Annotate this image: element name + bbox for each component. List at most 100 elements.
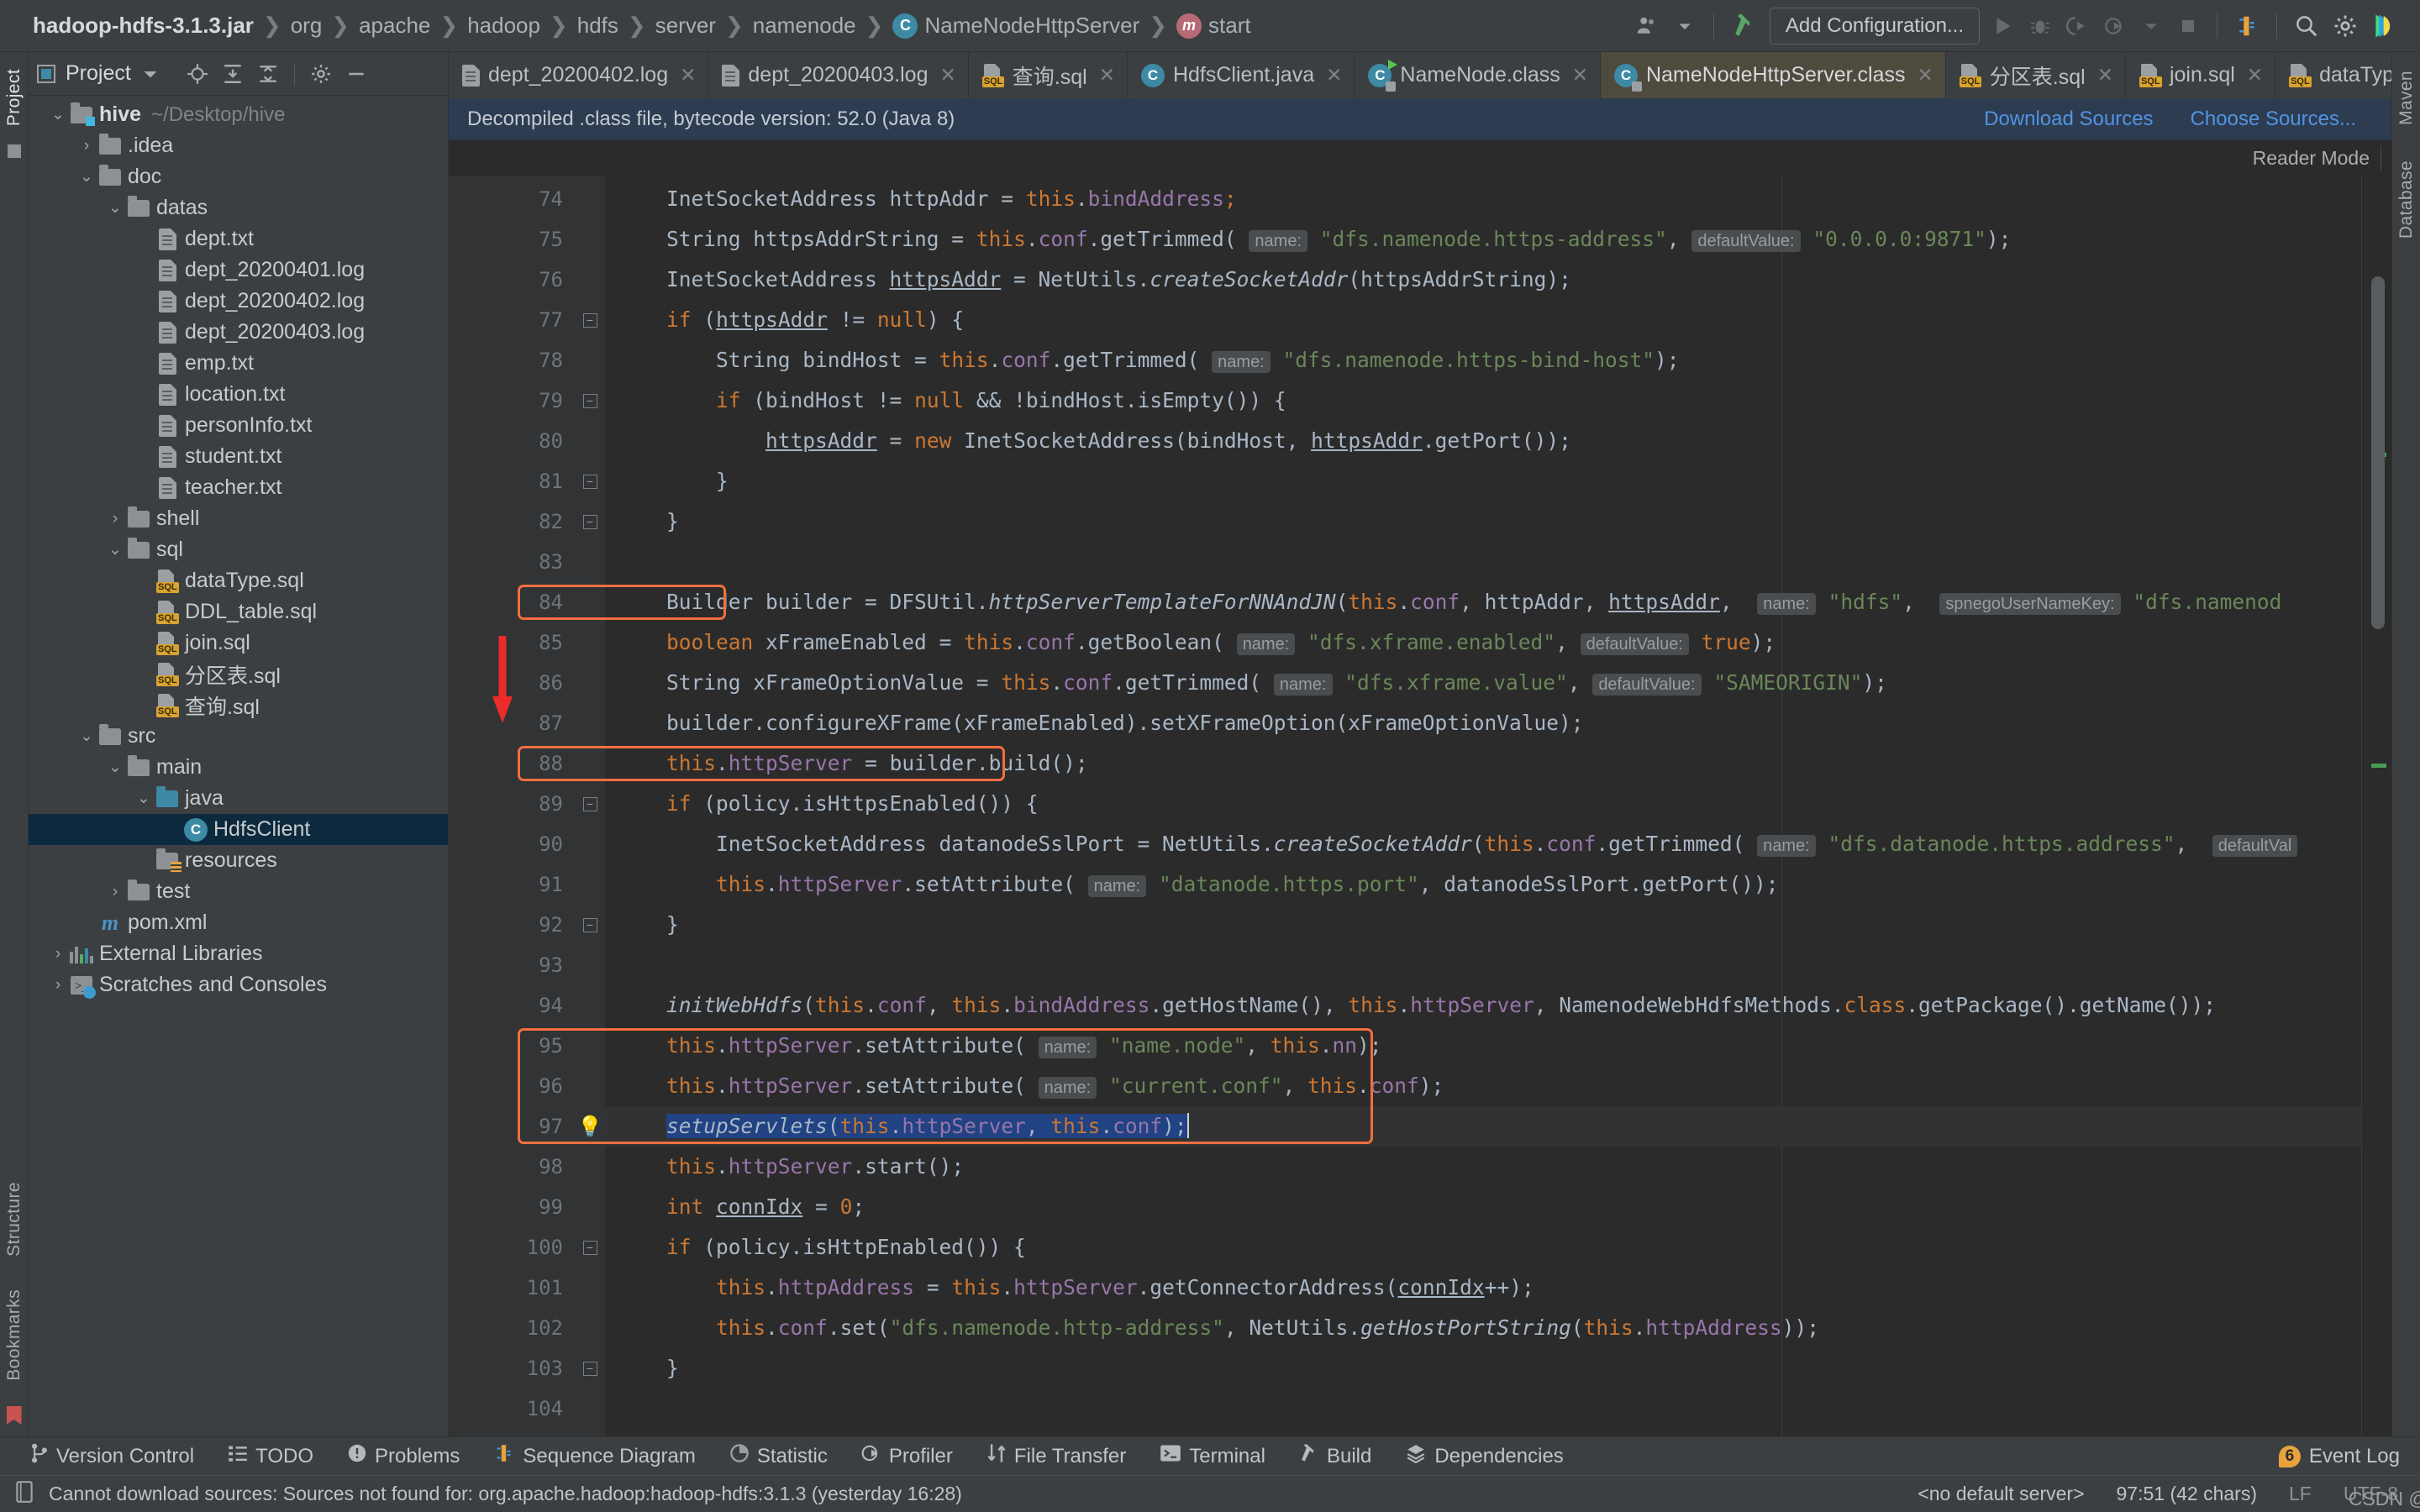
tree-node-resources[interactable]: resources [29,845,448,876]
status-message-area[interactable]: Cannot download sources: Sources not fou… [13,1480,962,1509]
breadcrumb-item-hadoop[interactable]: hadoop [460,13,548,39]
tool-window-button-file-transfer[interactable]: File Transfer [970,1442,1143,1470]
close-icon[interactable]: ✕ [1096,64,1115,87]
tree-node--idea[interactable]: › .idea [29,130,448,161]
code-line-76[interactable]: InetSocketAddress httpsAddr = NetUtils.c… [605,260,2361,300]
tree-node-student-txt[interactable]: student.txt [29,441,448,472]
tree-node-hive[interactable]: ⌄ hive ~/Desktop/hive [29,99,448,130]
editor-scrollbar-thumb[interactable] [2371,276,2385,629]
code-line-102[interactable]: this.conf.set("dfs.namenode.http-address… [605,1308,2361,1348]
breadcrumb-item-apache[interactable]: apache [351,13,438,39]
code-line-94[interactable]: initWebHdfs(this.conf, this.bindAddress.… [605,985,2361,1026]
fold-marker[interactable]: − [575,300,605,340]
user-avatar-icon[interactable] [1628,8,1666,45]
editor-tab-namenodehttpserver-class[interactable]: C NameNodeHttpServer.class ✕ [1601,52,1946,98]
tool-window-button-statistic[interactable]: Statistic [713,1443,844,1469]
chevron-down-icon[interactable] [1666,8,1703,45]
editor-tab-bar[interactable]: dept_20200402.log ✕ dept_20200403.log ✕ SQL 查… [449,52,2391,98]
chevron-right-icon[interactable]: › [47,976,69,995]
code-line-104[interactable] [605,1389,2361,1429]
tree-node-emp-txt[interactable]: emp.txt [29,348,448,379]
fold-marker[interactable]: − [575,461,605,501]
project-tree[interactable]: ⌄ hive ~/Desktop/hive › .idea ⌄ doc ⌄ datas dept.… [29,96,448,1436]
tree-node-dept-20200402-log[interactable]: dept_20200402.log [29,286,448,317]
run-icon[interactable] [1985,8,2022,45]
code-line-101[interactable]: this.httpAddress = this.httpServer.getCo… [605,1268,2361,1308]
tool-window-button-dependencies[interactable]: Dependencies [1388,1443,1580,1469]
breadcrumb-item-server[interactable]: server [648,13,723,39]
close-icon[interactable]: ✕ [676,64,696,87]
chevron-right-icon[interactable]: › [76,137,97,155]
code-line-81[interactable]: } [605,461,2361,501]
editor-tab-dept-20200402-log[interactable]: dept_20200402.log ✕ [449,52,709,98]
close-icon[interactable]: ✕ [1323,64,1342,87]
reader-mode-label[interactable]: Reader Mode [2253,147,2391,170]
code-line-88[interactable]: this.httpServer = builder.build(); [605,743,2361,784]
tree-node-dept-20200403-log[interactable]: dept_20200403.log [29,317,448,348]
stop-icon[interactable] [2170,8,2207,45]
tree-node-src[interactable]: ⌄ src [29,721,448,752]
tree-node-java[interactable]: ⌄ java [29,783,448,814]
chevron-down-icon[interactable]: ⌄ [76,727,97,746]
close-icon[interactable]: ✕ [1914,64,1933,87]
code-editor[interactable]: 74 75 76 77 78 79 80 81 82 83 84 85 86 87 88 89 90 91 92 93… [449,176,2391,1436]
sequence-diagram-icon[interactable] [2228,8,2266,45]
chevron-right-icon[interactable]: › [104,510,126,528]
build-hammer-icon[interactable] [1724,8,1765,45]
tree-node-ddl-table-sql[interactable]: SQL DDL_table.sql [29,596,448,627]
code-line-80[interactable]: httpsAddr = new InetSocketAddress(bindHo… [605,421,2361,461]
choose-sources-link[interactable]: Choose Sources... [2191,108,2356,131]
code-line-77[interactable]: if (httpsAddr != null) { [605,300,2361,340]
editor-tab-namenode-class[interactable]: C NameNode.class ✕ [1355,52,1602,98]
run-configuration-selector[interactable]: Add Configuration... [1769,7,1980,45]
tree-node-scratches-and-consoles[interactable]: › >_ Scratches and Consoles [29,969,448,1000]
sidebar-item-structure[interactable]: Structure [4,1173,24,1265]
code-line-74[interactable]: InetSocketAddress httpAddr = this.bindAd… [605,179,2361,219]
chevron-right-icon[interactable]: › [104,883,126,901]
tree-node-join-sql[interactable]: SQL join.sql [29,627,448,659]
breadcrumb-item-class[interactable]: C NameNodeHttpServer [885,13,1147,39]
code-line-96[interactable]: this.httpServer.setAttribute( name: "cur… [605,1066,2361,1106]
breadcrumb-item-jar[interactable]: hadoop-hdfs-3.1.3.jar [25,13,261,39]
sidebar-item-bookmarks[interactable]: Bookmarks [4,1281,24,1389]
profile-run-icon[interactable] [2096,8,2133,45]
fold-marker[interactable]: − [575,381,605,421]
tree-node-location-txt[interactable]: location.txt [29,379,448,410]
gear-icon[interactable] [305,58,337,90]
debug-icon[interactable] [2022,8,2059,45]
code-line-100[interactable]: if (policy.isHttpEnabled()) { [605,1227,2361,1268]
tree-node-datatype-sql[interactable]: SQL dataType.sql [29,565,448,596]
code-line-86[interactable]: String xFrameOptionValue = this.conf.get… [605,663,2361,703]
tool-window-button-build[interactable]: Build [1282,1443,1388,1469]
code-line-93[interactable] [605,945,2361,985]
run-with-coverage-icon[interactable] [2059,8,2096,45]
close-icon[interactable]: ✕ [1569,64,1588,87]
fold-marker[interactable]: − [575,501,605,542]
tree-node-test[interactable]: › test [29,876,448,907]
tree-node-main[interactable]: ⌄ main [29,752,448,783]
fold-marker[interactable]: − [575,905,605,945]
expand-all-icon[interactable] [217,58,249,90]
fold-marker[interactable]: − [575,784,605,824]
code-line-91[interactable]: this.httpServer.setAttribute( name: "dat… [605,864,2361,905]
breadcrumb-item-method[interactable]: m start [1169,13,1259,39]
editor-tab--sql[interactable]: SQL 分区表.sql ✕ [1946,52,2126,98]
editor-tab-dept-20200403-log[interactable]: dept_20200403.log ✕ [708,52,969,98]
sidebar-item-database[interactable]: Database [2396,152,2417,247]
breadcrumb-item-namenode[interactable]: namenode [745,13,864,39]
chevron-down-icon[interactable]: ⌄ [76,167,97,186]
event-log-button[interactable]: 6 Event Log [2278,1445,2420,1468]
locate-icon[interactable] [182,58,213,90]
tool-window-button-sequence-diagram[interactable]: Sequence Diagram [476,1442,712,1470]
code-line-82[interactable]: } [605,501,2361,542]
code-line-95[interactable]: this.httpServer.setAttribute( name: "nam… [605,1026,2361,1066]
code-line-98[interactable]: this.httpServer.start(); [605,1147,2361,1187]
chevron-down-icon[interactable]: ⌄ [104,758,126,777]
tool-window-button-todo[interactable]: TODO [211,1443,330,1469]
dropdown-icon[interactable] [2133,8,2170,45]
close-icon[interactable]: ✕ [2094,64,2113,87]
tree-node-sql[interactable]: ⌄ sql [29,534,448,565]
chevron-down-icon[interactable] [134,58,166,90]
hide-panel-icon[interactable] [340,58,372,90]
code-line-85[interactable]: boolean xFrameEnabled = this.conf.getBoo… [605,622,2361,663]
